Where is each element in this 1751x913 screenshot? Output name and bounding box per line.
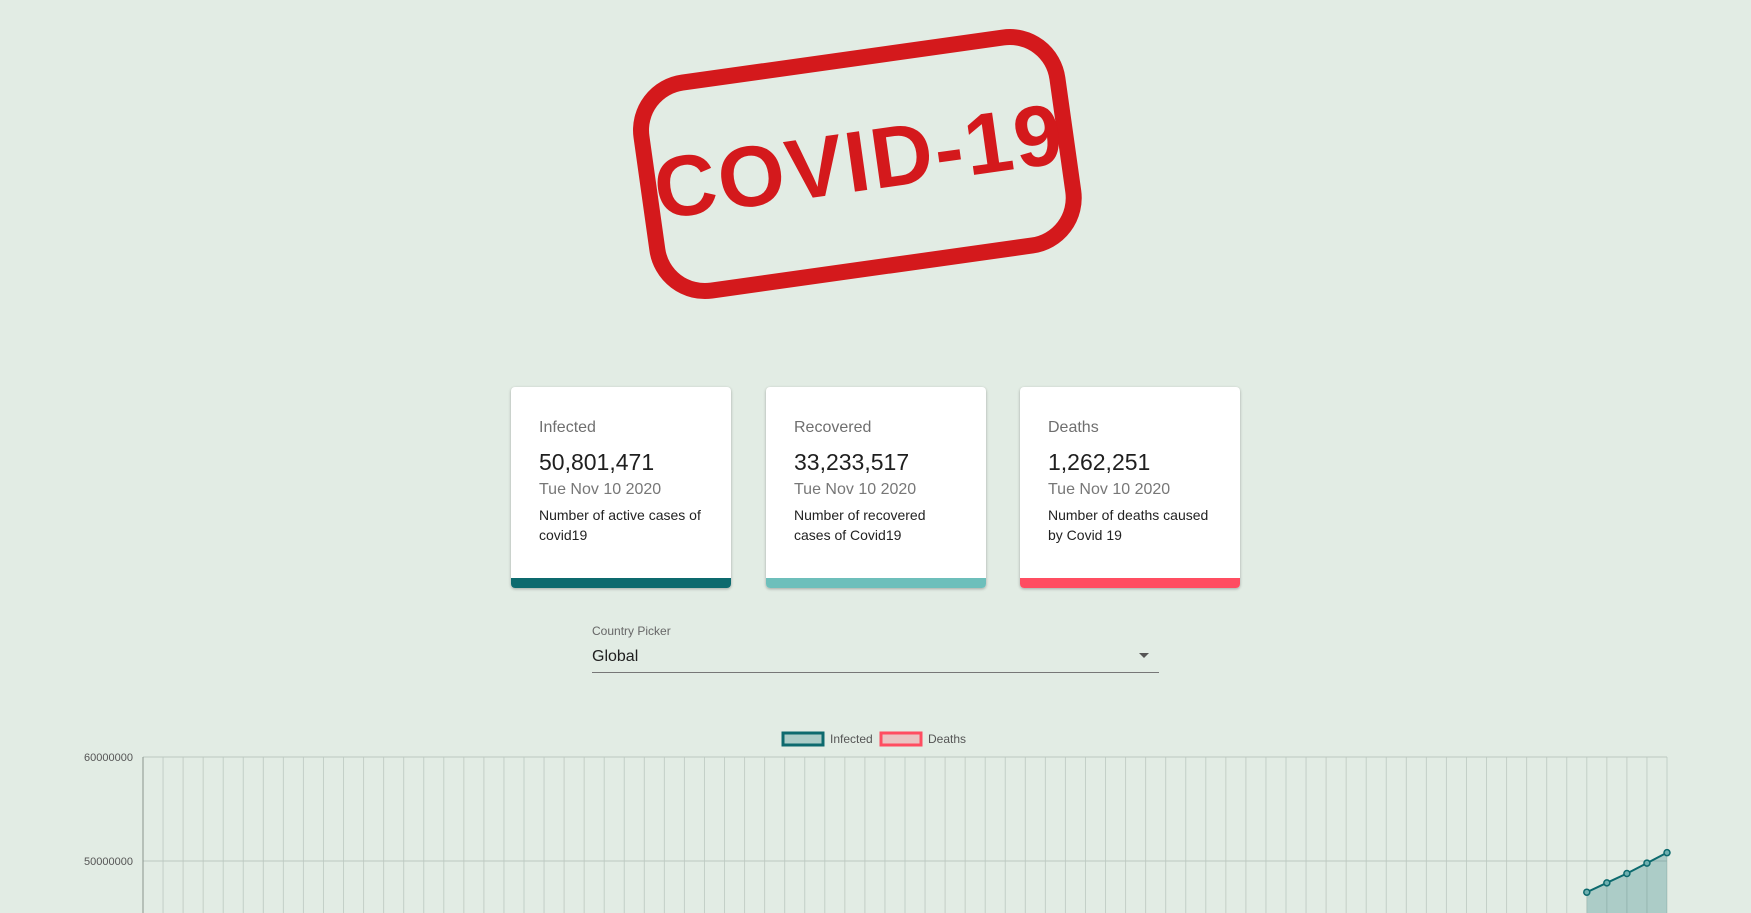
legend-label: Infected: [830, 732, 873, 746]
card-title: Infected: [539, 419, 596, 436]
card-recovered: Recovered 33,233,517 Tue Nov 10 2020 Num…: [766, 387, 986, 588]
country-picker-label: Country Picker: [592, 624, 671, 638]
card-description: Number of active cases of covid19: [539, 507, 701, 543]
card-accent-bar: [511, 578, 731, 588]
chart-svg: 60000000 50000000 Infected Deaths: [84, 731, 1671, 913]
card-value: 1,262,251: [1048, 449, 1151, 475]
card-value: 33,233,517: [794, 449, 910, 475]
card-description: Number of deaths caused by Covid 19: [1048, 507, 1209, 543]
stats-cards: Infected 50,801,471 Tue Nov 10 2020 Numb…: [511, 387, 1241, 588]
card-accent-bar: [1020, 578, 1240, 588]
legend-swatch: [781, 731, 825, 747]
card-title: Deaths: [1048, 419, 1099, 436]
dropdown-arrow-icon[interactable]: [1139, 653, 1149, 658]
logo-text: COVID-19: [648, 86, 1070, 238]
card-deaths: Deaths 1,262,251 Tue Nov 10 2020 Number …: [1020, 387, 1240, 588]
legend-label: Deaths: [928, 732, 966, 746]
infected-point: [1623, 869, 1631, 878]
infected-point: [1603, 879, 1611, 887]
card-date: Tue Nov 10 2020: [539, 481, 662, 498]
card-title: Recovered: [794, 419, 872, 436]
card-date: Tue Nov 10 2020: [794, 481, 917, 498]
country-picker[interactable]: Country Picker Global: [592, 624, 1159, 673]
card-value: 50,801,471: [539, 449, 655, 475]
covid19-logo: COVID-19: [620, 18, 1110, 318]
legend-swatch: [879, 731, 923, 747]
country-picker-underline: [592, 672, 1159, 673]
y-tick-label: 60000000: [84, 752, 133, 764]
covid19-stamp-image: COVID-19: [633, 29, 1082, 300]
card-accent-bar: [766, 578, 986, 588]
card-date: Tue Nov 10 2020: [1048, 481, 1171, 498]
infected-point: [1643, 859, 1651, 867]
cases-chart: 60000000 50000000 Infected Deaths: [0, 720, 1751, 913]
infected-point: [1583, 888, 1591, 896]
country-picker-value[interactable]: Global: [592, 648, 638, 666]
y-tick-label: 50000000: [84, 856, 133, 868]
infected-point: [1663, 848, 1671, 857]
card-description: Number of recovered cases of Covid19: [794, 507, 926, 543]
card-infected: Infected 50,801,471 Tue Nov 10 2020 Numb…: [511, 387, 731, 588]
